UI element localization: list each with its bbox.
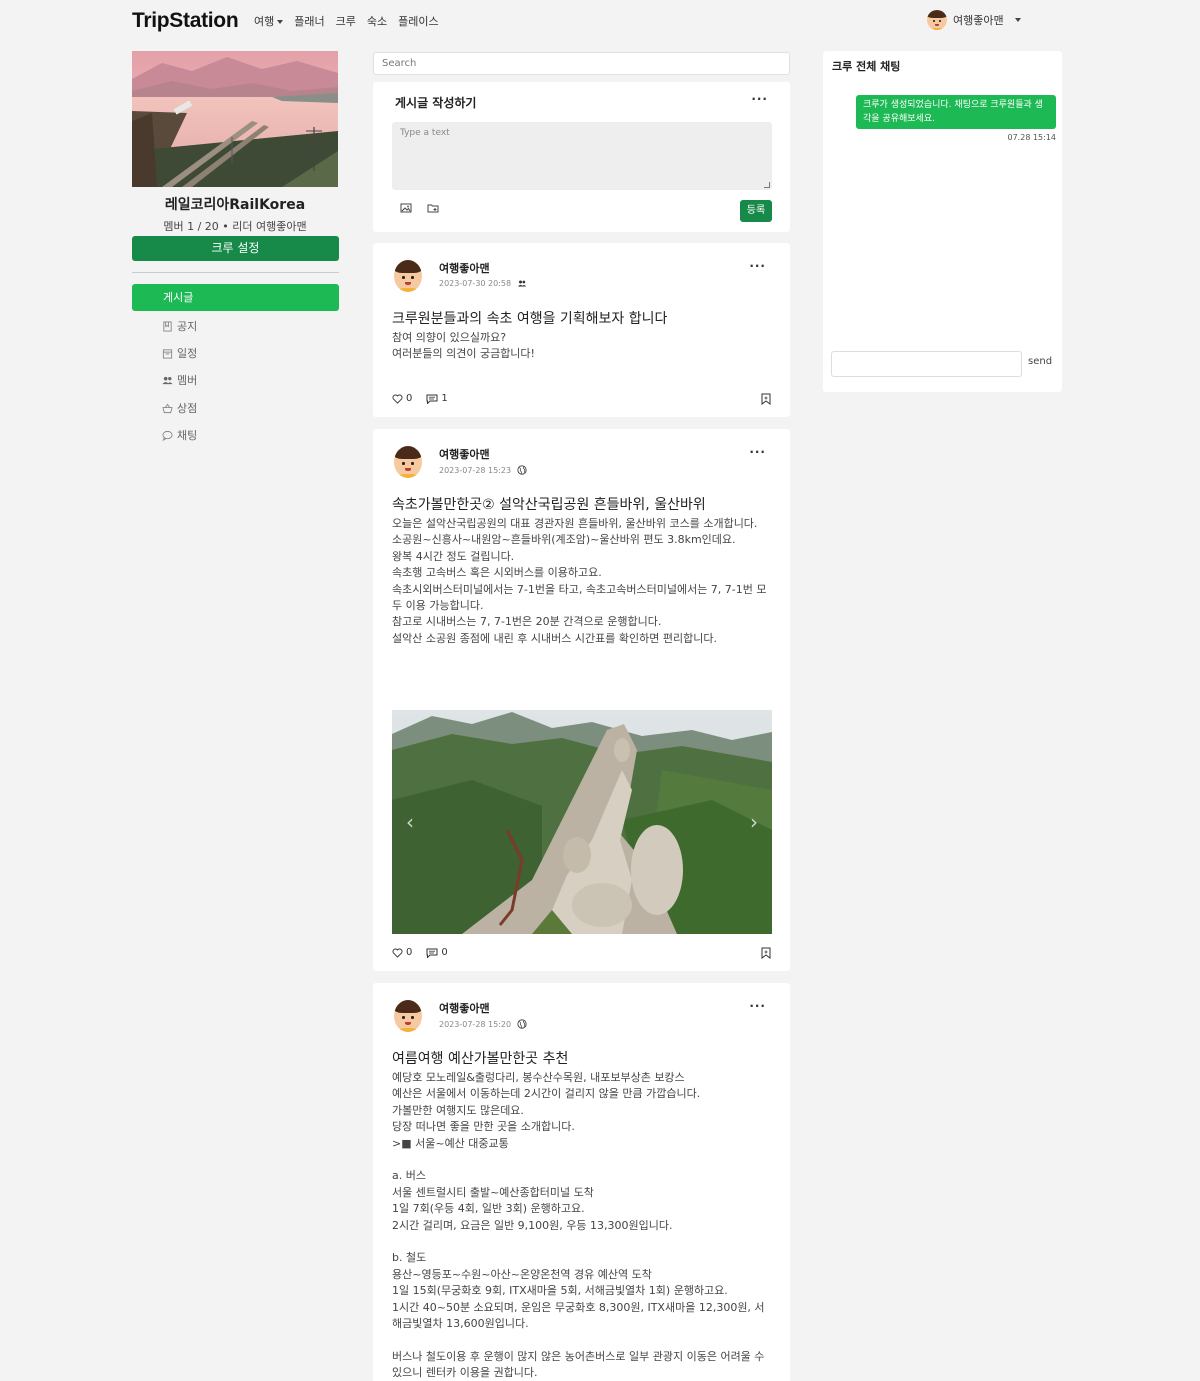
- like-button[interactable]: 0: [392, 947, 412, 958]
- menu-item-planner[interactable]: 플래너: [294, 13, 324, 29]
- post-body: 예당호 모노레일&출렁다리, 봉수산수목원, 내포보부상촌 보캉스 예산은 서울…: [392, 1071, 765, 1380]
- image-upload-icon[interactable]: [400, 202, 412, 214]
- author-avatar[interactable]: [394, 446, 422, 478]
- folder-upload-icon[interactable]: [427, 202, 439, 214]
- bookmark-icon[interactable]: [761, 947, 771, 959]
- carousel-prev-icon[interactable]: ‹: [406, 810, 414, 834]
- post-textarea[interactable]: Type a text: [392, 122, 772, 190]
- menu-item-lodging[interactable]: 숙소: [367, 13, 387, 29]
- crew-chat-panel: 크루 전체 채팅 크루가 생성되었습니다. 채팅으로 크루원들과 생각을 공유해…: [823, 51, 1062, 392]
- main-menu: 여행 플래너 크루 숙소 플레이스: [254, 13, 439, 29]
- crew-settings-button[interactable]: 크루 설정: [132, 236, 339, 261]
- more-icon[interactable]: ···: [749, 999, 766, 1013]
- post-card: 여행좋아맨 2023-07-30 20:58 ··· 크루원분들과의 속초 여행…: [373, 243, 790, 417]
- comment-icon: [426, 948, 438, 958]
- caret-down-icon: [1014, 18, 1021, 22]
- user-menu[interactable]: 여행좋아맨: [927, 10, 1021, 30]
- post-author[interactable]: 여행좋아맨: [439, 1000, 490, 1016]
- more-icon[interactable]: ···: [751, 92, 768, 106]
- post-image-carousel[interactable]: ‹ ›: [392, 710, 772, 934]
- menu-item-travel[interactable]: 여행: [254, 13, 284, 29]
- menu-item-place[interactable]: 플레이스: [398, 13, 438, 29]
- chat-message: 크루가 생성되었습니다. 채팅으로 크루원들과 생각을 공유해보세요.: [856, 95, 1056, 129]
- user-avatar: [927, 10, 947, 30]
- send-button[interactable]: send: [1028, 356, 1052, 367]
- post-body: 참여 의향이 있으실까요? 여러분들의 의견이 궁금합니다!: [392, 331, 535, 361]
- top-navbar: TripStation 여행 플래너 크루 숙소 플레이스 여행좋아맨: [0, 0, 1200, 44]
- comment-button[interactable]: 0: [426, 947, 448, 958]
- more-icon[interactable]: ···: [749, 445, 766, 459]
- sidebar-item-chat[interactable]: 채팅: [162, 427, 197, 443]
- mountain-photo: [392, 710, 772, 934]
- sidebar-item-shop[interactable]: 상점: [162, 400, 197, 416]
- user-name: 여행좋아맨: [953, 14, 1004, 27]
- heart-icon: [392, 394, 403, 404]
- post-date: 2023-07-30 20:58: [439, 279, 527, 288]
- comment-button[interactable]: 1: [426, 393, 448, 404]
- members-icon: [162, 376, 173, 384]
- chat-input[interactable]: [831, 351, 1022, 377]
- composer-title: 게시글 작성하기: [395, 96, 477, 110]
- sidebar-item-schedule[interactable]: 일정: [162, 345, 197, 361]
- post-body: 오늘은 설악산국립공원의 대표 경관자원 흔들바위, 울산바위 코스를 소개합니…: [392, 517, 767, 645]
- calendar-icon: [162, 348, 173, 359]
- like-button[interactable]: 0: [392, 393, 412, 404]
- post-actions: 0 0: [392, 947, 448, 958]
- post-title[interactable]: 여름여행 예산가볼만한곳 추천: [392, 1048, 568, 1068]
- carousel-next-icon[interactable]: ›: [750, 810, 758, 834]
- crew-cover-image: [132, 51, 338, 187]
- post-card: 여행좋아맨 2023-07-28 15:23 ··· 속초가볼만한곳② 설악산국…: [373, 429, 790, 971]
- crew-name: 레일코리아RailKorea: [164, 197, 306, 213]
- post-actions: 0 1: [392, 393, 448, 404]
- post-author[interactable]: 여행좋아맨: [439, 446, 490, 462]
- post-title[interactable]: 속초가볼만한곳② 설악산국립공원 흔들바위, 울산바위: [392, 494, 706, 514]
- chat-message-time: 07.28 15:14: [1007, 133, 1057, 142]
- search-input[interactable]: Search: [373, 52, 790, 75]
- resize-handle[interactable]: [764, 182, 770, 188]
- post-card: 여행좋아맨 2023-07-28 15:20 ··· 여름여행 예산가볼만한곳 …: [373, 983, 790, 1381]
- sidebar-item-notice[interactable]: 공지: [162, 318, 197, 334]
- bookmark-icon: [163, 320, 172, 332]
- chat-icon: [162, 430, 173, 441]
- app-logo[interactable]: TripStation: [132, 9, 239, 33]
- bookmark-icon[interactable]: [761, 393, 771, 405]
- more-icon[interactable]: ···: [749, 259, 766, 273]
- crew-meta: 멤버 1 / 20 • 리더 여행좋아맨: [163, 220, 307, 233]
- post-composer: 게시글 작성하기 ··· Type a text 등록: [373, 82, 790, 232]
- globe-icon: [517, 465, 527, 475]
- menu-item-crew[interactable]: 크루: [336, 13, 356, 29]
- author-avatar[interactable]: [394, 1000, 422, 1032]
- sidebar-item-members[interactable]: 멤버: [162, 372, 197, 388]
- heart-icon: [392, 948, 403, 958]
- author-avatar[interactable]: [394, 260, 422, 292]
- comment-icon: [426, 394, 438, 404]
- submit-post-button[interactable]: 등록: [740, 200, 772, 222]
- sidebar-divider: [132, 272, 339, 273]
- chat-title: 크루 전체 채팅: [832, 60, 901, 73]
- post-title[interactable]: 크루원분들과의 속초 여행을 기획해보자 합니다: [392, 308, 667, 328]
- post-date: 2023-07-28 15:23: [439, 465, 527, 475]
- sidebar-item-posts[interactable]: 게시글: [132, 284, 339, 311]
- caret-down-icon: [277, 20, 284, 24]
- post-date: 2023-07-28 15:20: [439, 1019, 527, 1029]
- basket-icon: [162, 403, 173, 413]
- members-icon: [517, 280, 527, 287]
- globe-icon: [517, 1019, 527, 1029]
- post-author[interactable]: 여행좋아맨: [439, 260, 490, 276]
